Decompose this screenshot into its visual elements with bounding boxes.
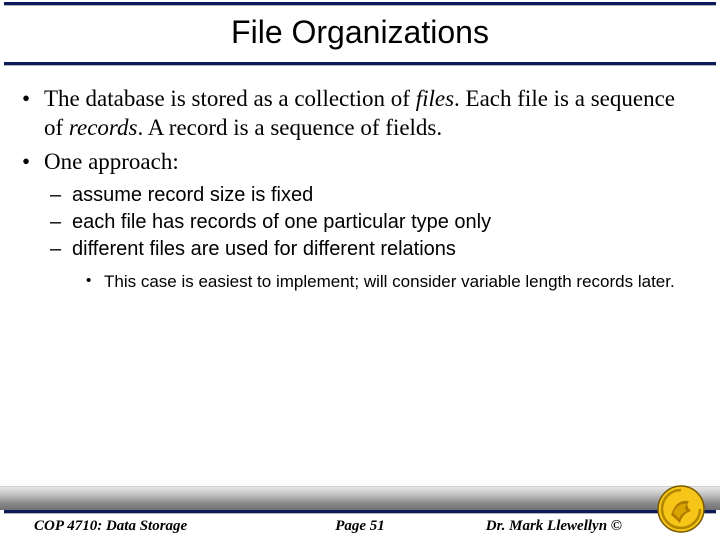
footer: COP 4710: Data Storage Page 51 Dr. Mark …	[0, 486, 720, 540]
slide-body: The database is stored as a collection o…	[22, 84, 698, 298]
ucf-pegasus-logo-icon	[656, 484, 706, 534]
footer-divider	[4, 510, 716, 513]
subsubbullet-1: This case is easiest to implement; will …	[86, 271, 698, 294]
bullet-1-em-files: files	[416, 86, 454, 111]
top-divider	[4, 2, 716, 5]
bullet-1-em-records: records	[69, 115, 138, 140]
footer-author: Dr. Mark Llewellyn ©	[486, 518, 622, 535]
subbullet-1: assume record size is fixed	[50, 182, 698, 209]
bullet-2: One approach: assume record size is fixe…	[22, 147, 698, 294]
bullet-2-text: One approach:	[44, 149, 179, 174]
subbullet-3: different files are used for different r…	[50, 236, 698, 294]
bullet-1-text-a: The database is stored as a collection o…	[44, 86, 416, 111]
footer-gradient	[0, 486, 720, 510]
subbullet-2: each file has records of one particular …	[50, 209, 698, 236]
bullet-1-text-c: . A record is a sequence of fields.	[137, 115, 442, 140]
slide-title: File Organizations	[0, 14, 720, 51]
title-divider	[4, 62, 716, 65]
subbullet-3-text: different files are used for different r…	[72, 238, 456, 260]
bullet-1: The database is stored as a collection o…	[22, 84, 698, 143]
footer-text: COP 4710: Data Storage Page 51 Dr. Mark …	[0, 518, 720, 538]
slide: File Organizations The database is store…	[0, 0, 720, 540]
